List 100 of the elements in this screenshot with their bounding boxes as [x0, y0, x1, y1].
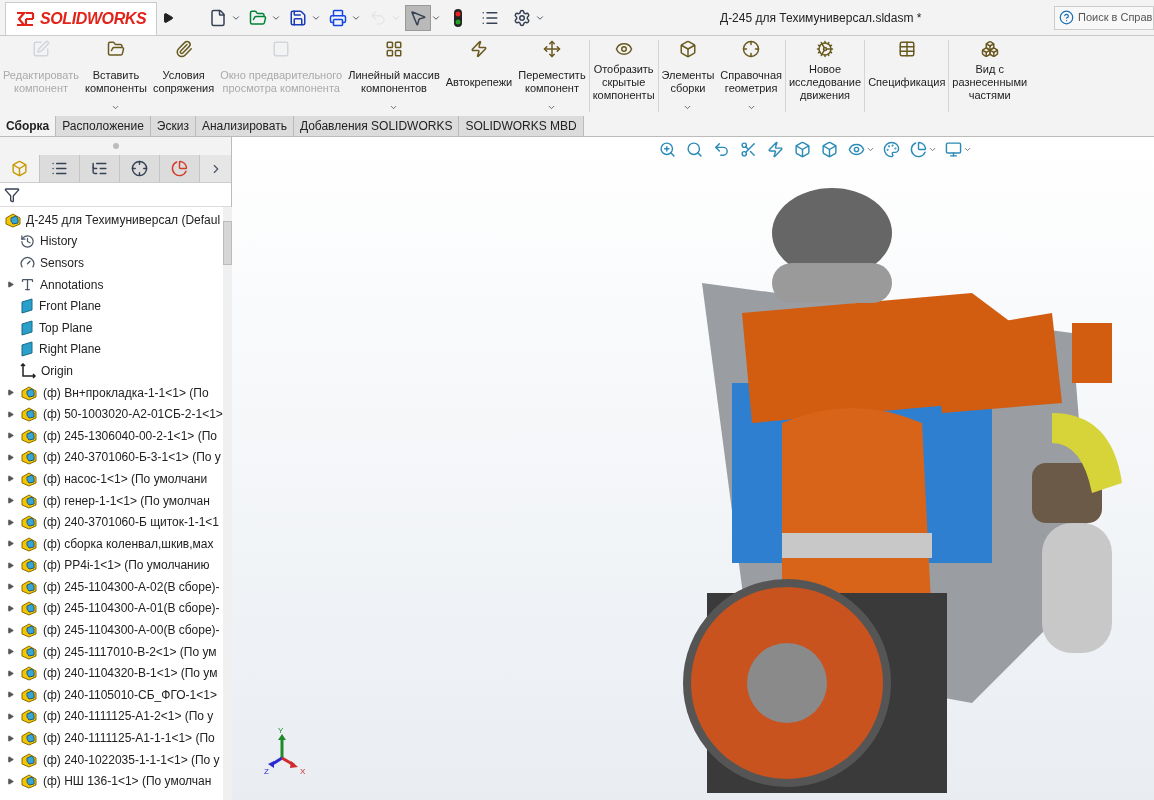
component-icon	[4, 211, 22, 228]
component-icon	[20, 427, 38, 444]
expand-arrow-icon[interactable]	[6, 281, 14, 289]
expand-arrow-icon[interactable]	[6, 648, 14, 656]
save-icon	[289, 8, 307, 27]
ribbon-button[interactable]: Переместить компонент	[515, 40, 590, 112]
expand-arrow-icon[interactable]	[6, 777, 14, 785]
annotations-icon	[20, 277, 35, 293]
search-field[interactable]: Поиск в Справ	[1078, 9, 1154, 26]
tree-item[interactable]: (ф) 240-1111125-А1-2<1> (По у	[0, 705, 223, 728]
scrollbar[interactable]	[222, 207, 232, 800]
tree-item[interactable]: Front Plane	[0, 295, 223, 317]
caret-icon	[111, 103, 121, 112]
tree-item[interactable]: (ф) 50-1003020-А2-01СБ-2-1<1>	[0, 403, 223, 425]
panel-tab[interactable]	[160, 155, 200, 182]
ribbon-button[interactable]: Справочная геометрия	[717, 40, 786, 112]
expand-arrow-icon[interactable]	[6, 712, 14, 720]
tree-item[interactable]: (ф) 245-1306040-00-2-1<1> (По	[0, 424, 223, 447]
tree-item[interactable]: (ф) НШ 136-1<1> (По умолчан	[0, 770, 223, 793]
open-icon	[249, 8, 267, 27]
tree-item[interactable]: Sensors	[0, 252, 223, 274]
ribbon-tab[interactable]: SOLIDWORKS MBD	[459, 116, 584, 136]
view-toolbar-button[interactable]	[657, 139, 677, 159]
settings-icon	[513, 8, 531, 27]
ribbon-tab[interactable]: Расположение	[56, 116, 151, 136]
ribbon-tab[interactable]: Анализировать	[195, 116, 294, 136]
tree-item[interactable]: (ф) сборка коленвал,шкив,мах	[0, 532, 223, 555]
tree-item[interactable]: (ф) Вн+прокладка-1-1<1> (По	[0, 381, 223, 404]
appearance-icon	[882, 140, 900, 158]
panel-tab[interactable]	[120, 155, 160, 182]
expand-arrow-icon[interactable]	[6, 389, 14, 397]
edit-icon	[32, 40, 50, 58]
expand-arrow-icon[interactable]	[6, 756, 14, 764]
expand-arrow-icon[interactable]	[6, 518, 14, 526]
arrow-icon	[162, 11, 174, 24]
component-icon	[20, 384, 38, 401]
tree-item[interactable]: Top Plane	[0, 316, 223, 339]
ribbon-button[interactable]: Вид с разнесенными частями	[949, 40, 1031, 112]
expand-arrow-icon[interactable]	[6, 497, 14, 504]
ribbon-tab[interactable]: Добавления SOLIDWORKS	[293, 116, 460, 136]
expand-arrow-icon[interactable]	[6, 605, 14, 612]
expand-arrow-icon[interactable]	[6, 432, 14, 440]
component-icon	[20, 773, 38, 790]
ribbon-button[interactable]: Условия сопряжения	[149, 40, 218, 112]
help-icon[interactable]	[1059, 10, 1074, 25]
tree-item[interactable]: (ф) 240-3701060-Б щиток-1-1<1	[0, 511, 223, 533]
expand-arrow-icon[interactable]	[6, 734, 14, 742]
ribbon-tab[interactable]: Эскиз	[150, 116, 196, 136]
tree-item[interactable]: (ф) 245-1104300-А-00(В сборе)-	[0, 619, 223, 641]
component-icon	[20, 492, 38, 509]
tree-item[interactable]: (ф) 245-1104300-А-01(В сборе)-	[0, 597, 223, 620]
tree-item[interactable]: (ф) 245-1117010-В-2<1> (По ум	[0, 640, 223, 663]
expand-arrow-icon[interactable]	[6, 410, 14, 418]
component-icon	[20, 730, 38, 747]
tree-item[interactable]: (ф) PP4i-1<1> (По умолчанию	[0, 554, 223, 577]
tree-item[interactable]: (ф) 240-3701060-Б-3-1<1> (По у	[0, 446, 223, 469]
ribbon-button[interactable]: Вставить компоненты	[82, 40, 150, 112]
filter-icon[interactable]	[4, 186, 20, 203]
tree-item[interactable]: (ф) 240-1105010-СБ_ФГО-1<1>	[0, 684, 223, 706]
expand-arrow-icon[interactable]	[6, 691, 14, 699]
tree-item[interactable]: Annotations	[0, 273, 223, 296]
tree-item[interactable]: (ф) генер-1-1<1> (По умолчан	[0, 489, 223, 512]
expand-arrow-icon[interactable]	[6, 561, 14, 569]
expand-arrow-icon[interactable]	[6, 540, 14, 548]
caret-icon	[389, 103, 399, 112]
window-title: Д-245 для Техимуниверсал.sldasm *	[720, 9, 922, 27]
tree-item[interactable]: (ф) насос-1<1> (По умолчани	[0, 468, 223, 490]
tree-item[interactable]: Right Plane	[0, 338, 223, 361]
logo-text: SOLIDWORKS	[40, 8, 147, 29]
logo-panel[interactable]: SOLIDWORKS	[5, 1, 157, 36]
search-bar[interactable]: Поиск в Справ	[1054, 5, 1154, 30]
ribbon-button[interactable]: Новое исследование движения	[785, 40, 866, 112]
view-toolbar-button[interactable]	[684, 139, 704, 159]
tree-item[interactable]: (ф) 245-1104300-А-02(В сборе)-	[0, 576, 223, 598]
expand-arrow-icon[interactable]	[6, 626, 14, 634]
resize-handle[interactable]	[112, 143, 119, 149]
expand-arrow-icon[interactable]	[6, 475, 14, 483]
select-button[interactable]	[405, 4, 431, 31]
panel-tab[interactable]	[40, 155, 80, 182]
ribbon-button[interactable]: Отобразить скрытые компоненты	[589, 40, 659, 112]
expand-arrow-icon[interactable]	[6, 583, 14, 591]
expand-arrow-icon[interactable]	[6, 669, 14, 677]
tree-item[interactable]: Origin	[0, 360, 223, 382]
view-toolbar-button[interactable]	[881, 139, 901, 159]
component-icon	[20, 514, 38, 531]
component-icon	[20, 622, 38, 639]
panel-tab[interactable]	[80, 155, 120, 182]
ribbon-button[interactable]: Спецификация	[865, 40, 950, 112]
ribbon-button[interactable]: Автокрепежи	[442, 40, 516, 112]
ribbon-button[interactable]: Элементы сборки	[658, 40, 718, 112]
tree-item[interactable]: (ф) 240-1111125-А1-1-1<1> (По	[0, 727, 223, 749]
expand-arrow-icon[interactable]	[6, 453, 14, 461]
tree-item[interactable]: History	[0, 230, 223, 253]
z-axis-arrow	[268, 756, 283, 768]
tree-item[interactable]: (ф) 240-1104320-В-1<1> (По ум	[0, 662, 223, 685]
tree-item[interactable]: Д-245 для Техимуниверсал (Defaul	[0, 209, 223, 231]
tree-item[interactable]: (ф) 240-1022035-1-1-1<1> (По у	[0, 748, 223, 771]
ribbon-button[interactable]: Линейный массив компонентов	[345, 40, 443, 112]
view-toolbar-button[interactable]	[943, 139, 963, 159]
component-icon	[20, 686, 38, 703]
